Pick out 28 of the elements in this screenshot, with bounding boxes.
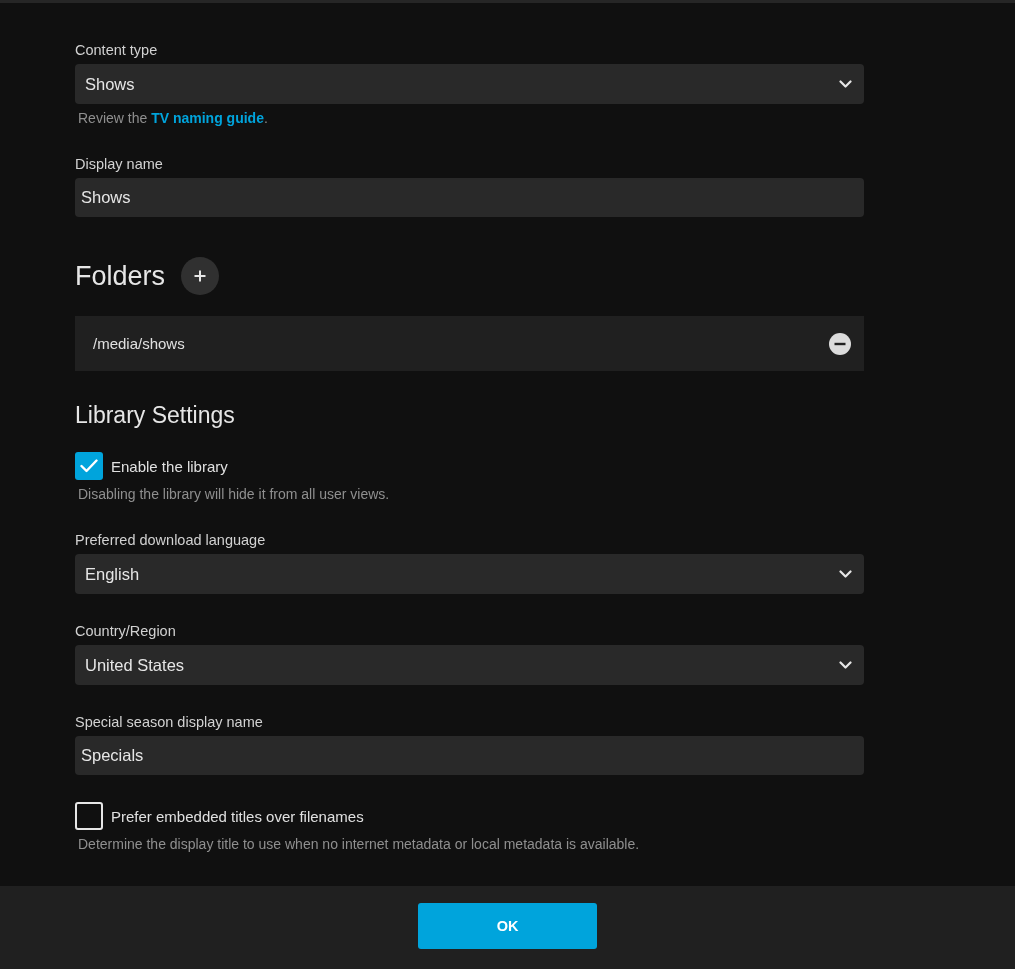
- field-label: Display name: [75, 155, 163, 174]
- plus-icon: [194, 270, 207, 282]
- text-input[interactable]: Specials: [75, 736, 864, 775]
- dropdown-field[interactable]: United States: [75, 645, 864, 685]
- dropdown-field[interactable]: Shows: [75, 64, 864, 104]
- chevron-down-icon: [839, 570, 852, 578]
- field-label: Preferred download language: [75, 531, 266, 550]
- section-heading: Folders: [75, 260, 166, 293]
- text-input[interactable]: Shows: [75, 178, 864, 217]
- checkmark-icon: [80, 459, 98, 473]
- add-folder-button[interactable]: [181, 257, 220, 295]
- section-heading: Library Settings: [75, 401, 235, 430]
- help-text: Disabling the library will hide it from all user views.: [77, 485, 390, 503]
- naming-guide-link[interactable]: TV naming guide: [151, 110, 264, 126]
- dropdown-field[interactable]: English: [75, 554, 864, 594]
- checkbox[interactable]: [75, 452, 103, 480]
- checkbox[interactable]: [75, 802, 103, 830]
- field-label: Content type: [75, 41, 158, 60]
- field-label: Country/Region: [75, 622, 176, 641]
- field-label: Special season display name: [75, 713, 263, 732]
- chevron-down-icon: [839, 80, 852, 88]
- checkbox-label: Prefer embedded titles over filenames: [111, 807, 364, 825]
- checkbox-label: Enable the library: [111, 457, 228, 475]
- help-text: Review the TV naming guide.: [77, 109, 268, 127]
- folder-path: /media/shows: [93, 335, 185, 352]
- help-text: Determine the display title to use when no internet metadata or local metadata is available.: [77, 835, 640, 853]
- chevron-down-icon: [839, 661, 852, 669]
- remove-icon[interactable]: [829, 332, 851, 355]
